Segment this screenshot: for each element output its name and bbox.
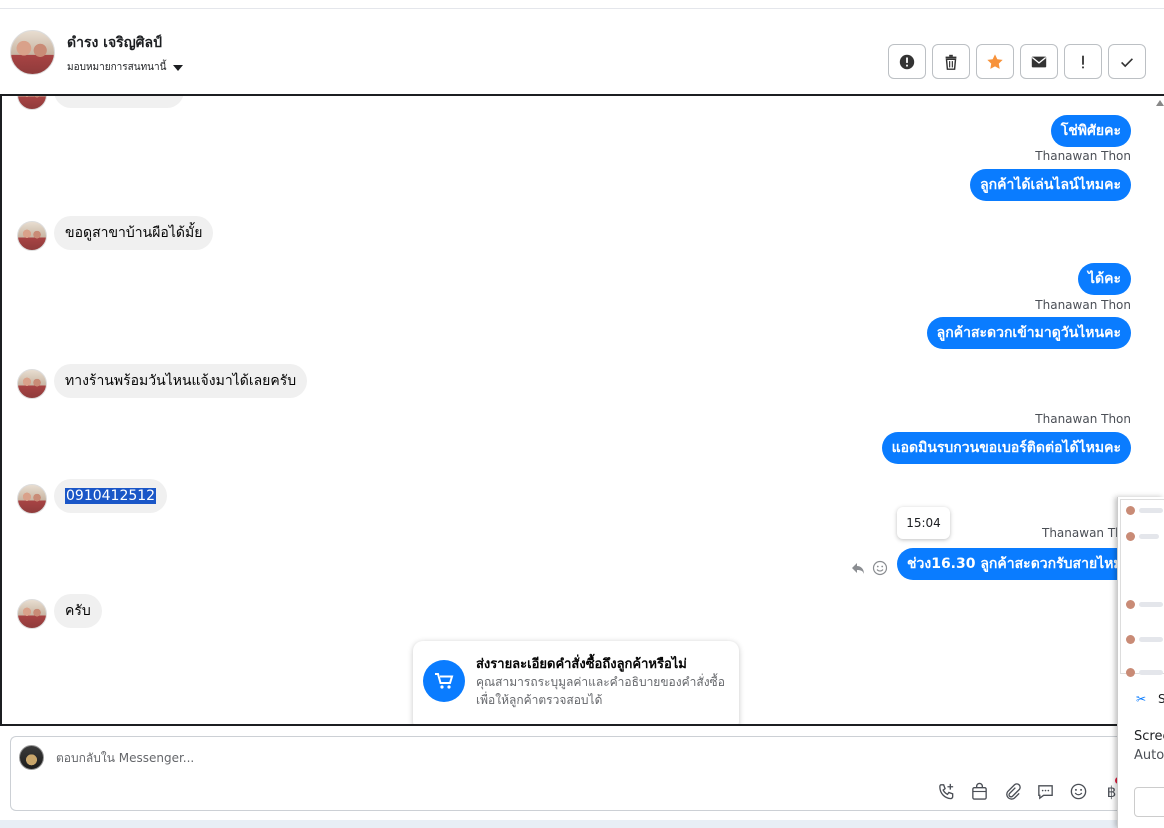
star-button[interactable] [976, 44, 1014, 79]
delete-button[interactable] [932, 44, 970, 79]
page-avatar [19, 745, 44, 770]
contact-avatar-small [17, 369, 47, 399]
message-actions [850, 560, 888, 576]
send-order-details-card[interactable]: ส่งรายละเอียดคำสั่งซื้อถึงลูกค้าหรือไม่ … [413, 641, 739, 726]
cart-icon-circle [423, 660, 465, 702]
timestamp-tooltip: 15:04 [897, 507, 950, 539]
mini-avatar [1126, 506, 1135, 515]
outgoing-message[interactable]: ลูกค้าสะดวกเข้ามาดูวันไหนคะ [926, 317, 1131, 349]
selected-phone-number[interactable]: 0910412512 [65, 488, 157, 504]
react-smiley-icon[interactable] [872, 560, 888, 576]
panel-app-letter: S [1158, 692, 1164, 706]
mini-avatar [1126, 600, 1135, 609]
mini-bubble [1139, 534, 1159, 539]
outgoing-message[interactable]: ช่วง16.30 ลูกค้าสะดวกรับสายไหมคะ [897, 548, 1150, 580]
conversation-header: ดำรง เจริญศิลป์ มอบหมายการสนทนานี้ [0, 10, 1164, 94]
paperclip-icon[interactable] [1002, 781, 1023, 802]
contact-avatar[interactable] [10, 30, 55, 75]
sender-name: Thanawan Thon [1035, 298, 1131, 312]
reply-composer: ฿ [10, 736, 1164, 811]
mini-bubble [1139, 670, 1163, 675]
composer-toolbar: ฿ [936, 781, 1122, 802]
card-action-button[interactable] [576, 725, 720, 726]
contact-avatar-small [17, 599, 47, 629]
incoming-message[interactable]: ครับ [54, 594, 102, 628]
mini-avatar [1126, 532, 1135, 541]
mark-done-button[interactable] [1108, 44, 1146, 79]
mark-unread-button[interactable] [1020, 44, 1058, 79]
incoming-message[interactable]: ขอดูสาขาบ้านผือได้มั้ย [54, 216, 214, 250]
bottom-strip [0, 820, 1164, 828]
incoming-message-phone[interactable]: 0910412512 [54, 479, 168, 513]
star-icon [987, 53, 1003, 69]
check-icon [1121, 57, 1133, 67]
panel-title: Scree [1134, 729, 1164, 744]
card-description: คุณสามารถระบุมูลค่าและคำอธิบายของคำสั่งซ… [476, 675, 725, 707]
snipping-tool-icon: ✂ [1136, 692, 1147, 706]
partial-incoming-bubble [54, 96, 184, 108]
outgoing-message[interactable]: โช่พิศัยคะ [1050, 115, 1131, 147]
outgoing-message[interactable]: ลูกค้าได้เล่นไลน์ไหมคะ [970, 169, 1131, 201]
shopping-bag-icon[interactable] [969, 781, 990, 802]
screenshot-side-panel[interactable]: ✂ S Scree Auto [1117, 497, 1164, 828]
contact-avatar-small [17, 484, 47, 514]
smiley-icon[interactable] [1068, 781, 1089, 802]
mini-bubble [1139, 602, 1163, 607]
contact-avatar-small [17, 96, 47, 110]
shopping-cart-icon [435, 673, 454, 689]
reply-icon[interactable] [850, 560, 866, 576]
mini-avatar [1126, 635, 1135, 644]
incoming-message[interactable]: ทางร้านพร้อมวันไหนแจ้งมาได้เลยครับ [54, 364, 308, 398]
scroll-up-arrow-icon[interactable] [1156, 100, 1164, 106]
contact-name[interactable]: ดำรง เจริญศิลป์ [67, 32, 162, 54]
top-strip [0, 0, 1164, 9]
screenshot-thumbnail[interactable] [1120, 499, 1164, 677]
panel-subtitle: Auto [1134, 748, 1164, 763]
envelope-icon [1031, 56, 1047, 67]
mini-bubble [1139, 637, 1163, 642]
mini-avatar [1126, 668, 1135, 677]
assign-conversation-dropdown[interactable]: มอบหมายการสนทนานี้ [67, 60, 184, 75]
chevron-down-icon [173, 64, 184, 71]
conversation-toolbar [888, 44, 1146, 79]
outgoing-message[interactable]: ได้คะ [1077, 263, 1131, 295]
phone-plus-icon[interactable] [936, 781, 957, 802]
chat-bubble-icon[interactable] [1035, 781, 1056, 802]
sender-name: Thanawan Thon [1035, 412, 1131, 426]
mini-bubble [1139, 508, 1163, 513]
card-title: ส่งรายละเอียดคำสั่งซื้อถึงลูกค้าหรือไม่ [476, 657, 687, 672]
panel-button[interactable] [1134, 787, 1164, 817]
message-thread[interactable]: โช่พิศัยคะ Thanawan Thon ลูกค้าได้เล่นไล… [0, 94, 1164, 726]
reply-input[interactable] [56, 751, 656, 765]
alert-circle-icon [899, 54, 915, 69]
trash-icon [945, 54, 957, 70]
exclamation-icon [1082, 55, 1084, 68]
assign-label: มอบหมายการสนทนานี้ [67, 62, 167, 73]
sender-name: Thanawan Thon [1035, 149, 1131, 163]
follow-up-button[interactable] [1064, 44, 1102, 79]
outgoing-message[interactable]: แอดมินรบกวนขอเบอร์ติดต่อได้ไหมคะ [881, 432, 1131, 464]
spam-button[interactable] [888, 44, 926, 79]
contact-avatar-small [17, 221, 47, 251]
